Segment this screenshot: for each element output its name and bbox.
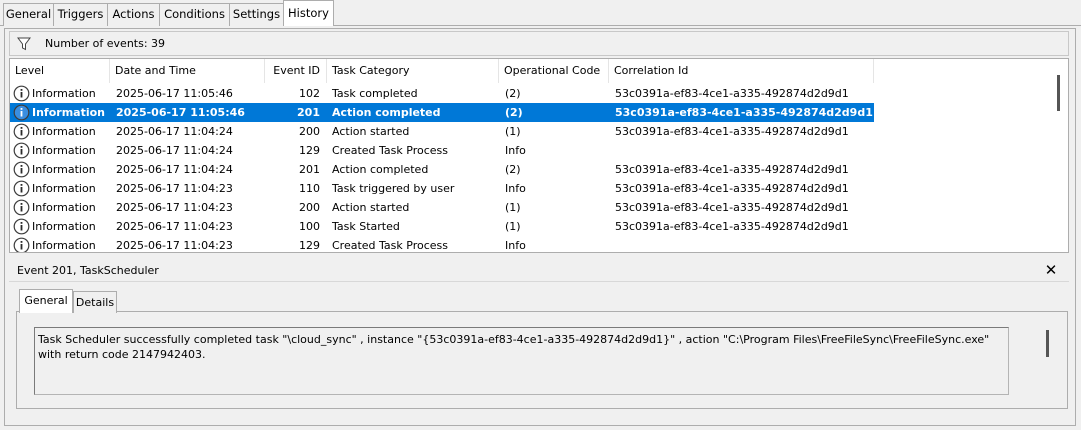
cell-level: Information: [32, 125, 96, 138]
cell-date-time: 2025-06-17 11:04:23: [116, 201, 233, 214]
event-detail-header: Event 201, TaskScheduler ✕: [9, 260, 1069, 282]
cell-level: Information: [32, 201, 96, 214]
event-list-scrollbar[interactable]: [1051, 59, 1068, 252]
table-row[interactable]: Information 2025-06-17 11:04:23 200 Action …: [10, 198, 874, 217]
cell-date-time: 2025-06-17 11:05:46: [116, 106, 245, 119]
cell-operational-code: (2): [505, 87, 521, 100]
table-row[interactable]: Information 2025-06-17 11:05:46 102 Task co…: [10, 84, 874, 103]
message-scrollbar-thumb[interactable]: [1046, 330, 1049, 357]
column-header-operational-code[interactable]: Operational Code: [499, 59, 609, 83]
event-message-text[interactable]: Task Scheduler successfully completed ta…: [34, 327, 1009, 395]
table-row[interactable]: Information 2025-06-17 11:04:24 129 Created…: [10, 141, 874, 160]
column-header-task-category[interactable]: Task Category: [327, 59, 499, 83]
event-list[interactable]: Level Date and Time Event ID Task Catego…: [9, 58, 1069, 253]
cell-correlation-id: 53c0391a-ef83-4ce1-a335-492874d2d9d1: [615, 182, 849, 195]
close-icon[interactable]: ✕: [1042, 261, 1060, 279]
cell-level: Information: [32, 182, 96, 195]
cell-date-time: 2025-06-17 11:04:23: [116, 220, 233, 233]
tab-settings[interactable]: Settings: [229, 3, 284, 26]
cell-task-category: Task triggered by user: [332, 182, 455, 195]
cell-task-category: Action completed: [332, 163, 429, 176]
cell-date-time: 2025-06-17 11:04:24: [116, 144, 233, 157]
cell-date-time: 2025-06-17 11:04:24: [116, 163, 233, 176]
cell-event-id: 200: [299, 125, 320, 138]
tab-triggers[interactable]: Triggers: [53, 3, 108, 26]
information-icon: [13, 142, 30, 159]
information-icon: [13, 104, 30, 121]
cell-task-category: Created Task Process: [332, 239, 448, 252]
cell-operational-code: Info: [505, 182, 526, 195]
cell-operational-code: Info: [505, 144, 526, 157]
table-row[interactable]: Information 2025-06-17 11:05:46 201 Action …: [10, 103, 874, 122]
information-icon: [13, 180, 30, 197]
cell-event-id: 201: [297, 106, 320, 119]
tab-bar: General Triggers Actions Conditions Sett…: [0, 0, 1081, 26]
information-icon: [13, 161, 30, 178]
cell-date-time: 2025-06-17 11:04:23: [116, 239, 233, 252]
cell-operational-code: (1): [505, 220, 521, 233]
table-row[interactable]: Information 2025-06-17 11:04:24 200 Action …: [10, 122, 874, 141]
scrollbar-thumb[interactable]: [1057, 75, 1060, 111]
cell-level: Information: [32, 87, 96, 100]
cell-event-id: 110: [299, 182, 320, 195]
information-icon: [13, 237, 30, 252]
information-icon: [13, 218, 30, 235]
cell-event-id: 100: [299, 220, 320, 233]
cell-event-id: 102: [299, 87, 320, 100]
information-icon: [13, 85, 30, 102]
cell-task-category: Action started: [332, 201, 410, 214]
cell-task-category: Task completed: [332, 87, 418, 100]
cell-event-id: 129: [299, 239, 320, 252]
tab-conditions[interactable]: Conditions: [159, 3, 230, 26]
table-row[interactable]: Information 2025-06-17 11:04:24 201 Action …: [10, 160, 874, 179]
cell-event-id: 129: [299, 144, 320, 157]
cell-operational-code: (1): [505, 201, 521, 214]
cell-task-category: Action started: [332, 125, 410, 138]
column-header-level[interactable]: Level: [10, 59, 110, 83]
cell-task-category: Action completed: [332, 106, 441, 119]
cell-correlation-id: 53c0391a-ef83-4ce1-a335-492874d2d9d1: [615, 220, 849, 233]
cell-task-category: Created Task Process: [332, 144, 448, 157]
event-count-label: Number of events: 39: [45, 37, 166, 50]
cell-date-time: 2025-06-17 11:04:23: [116, 182, 233, 195]
table-row[interactable]: Information 2025-06-17 11:04:23 110 Task tr…: [10, 179, 874, 198]
filter-bar: Number of events: 39: [9, 31, 1069, 56]
cell-operational-code: Info: [505, 239, 526, 252]
cell-date-time: 2025-06-17 11:04:24: [116, 125, 233, 138]
cell-level: Information: [32, 163, 96, 176]
cell-event-id: 200: [299, 201, 320, 214]
column-header-date-time[interactable]: Date and Time: [110, 59, 265, 83]
table-row[interactable]: Information 2025-06-17 11:04:23 129 Created…: [10, 236, 874, 252]
information-icon: [13, 123, 30, 140]
cell-correlation-id: 53c0391a-ef83-4ce1-a335-492874d2d9d1: [615, 163, 849, 176]
cell-operational-code: (2): [505, 163, 521, 176]
tab-actions[interactable]: Actions: [107, 3, 160, 26]
cell-event-id: 201: [299, 163, 320, 176]
column-header-correlation-id[interactable]: Correlation Id: [609, 59, 874, 83]
cell-correlation-id: 53c0391a-ef83-4ce1-a335-492874d2d9d1: [615, 106, 873, 119]
detail-tab-general[interactable]: General: [19, 289, 73, 313]
cell-date-time: 2025-06-17 11:05:46: [116, 87, 233, 100]
information-icon: [13, 199, 30, 216]
cell-task-category: Task Started: [332, 220, 400, 233]
detail-tab-details[interactable]: Details: [73, 291, 117, 313]
tab-general[interactable]: General: [3, 3, 54, 26]
cell-operational-code: (2): [505, 106, 523, 119]
table-row[interactable]: Information 2025-06-17 11:04:23 100 Task St…: [10, 217, 874, 236]
cell-correlation-id: 53c0391a-ef83-4ce1-a335-492874d2d9d1: [615, 87, 849, 100]
cell-correlation-id: 53c0391a-ef83-4ce1-a335-492874d2d9d1: [615, 201, 849, 214]
cell-correlation-id: 53c0391a-ef83-4ce1-a335-492874d2d9d1: [615, 125, 849, 138]
cell-level: Information: [32, 106, 105, 119]
cell-level: Information: [32, 220, 96, 233]
event-detail-title: Event 201, TaskScheduler: [17, 264, 159, 277]
tab-history[interactable]: History: [283, 0, 334, 26]
filter-icon[interactable]: [17, 37, 31, 51]
event-list-header: Level Date and Time Event ID Task Catego…: [10, 59, 1054, 83]
cell-level: Information: [32, 239, 96, 252]
cell-level: Information: [32, 144, 96, 157]
cell-operational-code: (1): [505, 125, 521, 138]
column-header-event-id[interactable]: Event ID: [265, 59, 327, 83]
